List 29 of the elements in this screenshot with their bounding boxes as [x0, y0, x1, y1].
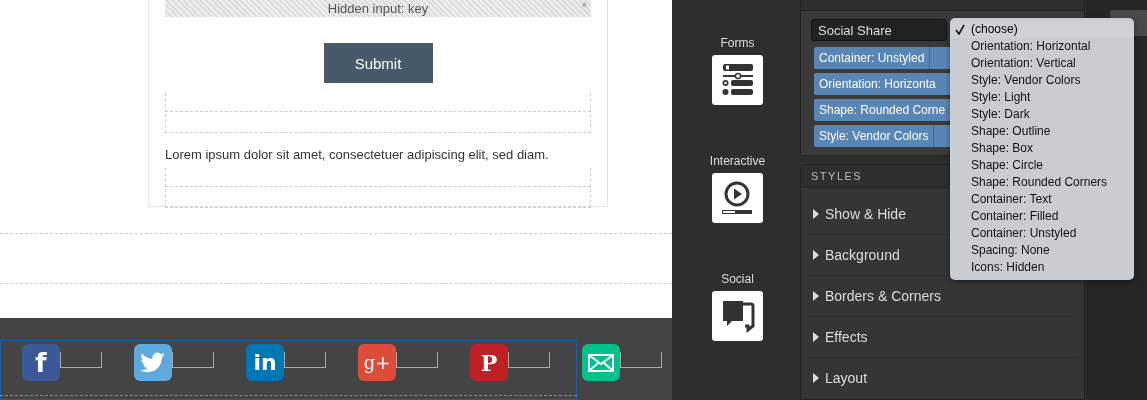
share-count: [508, 352, 550, 368]
chat-icon[interactable]: [712, 291, 763, 341]
widget-label: Forms: [720, 36, 755, 50]
share-button[interactable]: P: [470, 344, 508, 381]
bird-icon: [140, 351, 166, 374]
share-button[interactable]: [134, 344, 172, 381]
form-icon[interactable]: [712, 55, 763, 105]
share-button[interactable]: g+: [358, 344, 396, 381]
share-count: [620, 352, 662, 368]
widget-label: Social: [721, 272, 754, 286]
share-count: [396, 352, 438, 368]
paragraph-text: Lorem ipsum dolor sit amet, consectetuer adipiscing elit, sed diam.: [165, 147, 550, 162]
submit-button[interactable]: Submit: [323, 43, 433, 83]
share-count: [60, 352, 102, 368]
share-button[interactable]: [582, 344, 620, 381]
check-icon: [955, 24, 965, 35]
theme-select[interactable]: Social Share: [811, 19, 947, 41]
share-button[interactable]: f: [22, 344, 60, 381]
widget-label: Interactive: [709, 154, 766, 168]
share-count: [172, 352, 214, 368]
share-button[interactable]: in: [246, 344, 284, 381]
hidden-input-field[interactable]: Hidden input: key *: [165, 0, 591, 17]
style-section[interactable]: Layout: [807, 358, 1078, 399]
style-section[interactable]: Effects: [807, 317, 1078, 358]
menu-item[interactable]: (choose): [950, 21, 1134, 38]
share-count: [284, 352, 326, 368]
play-icon[interactable]: [712, 173, 763, 223]
required-mark: *: [581, 1, 587, 14]
envelope-icon: [588, 353, 614, 372]
